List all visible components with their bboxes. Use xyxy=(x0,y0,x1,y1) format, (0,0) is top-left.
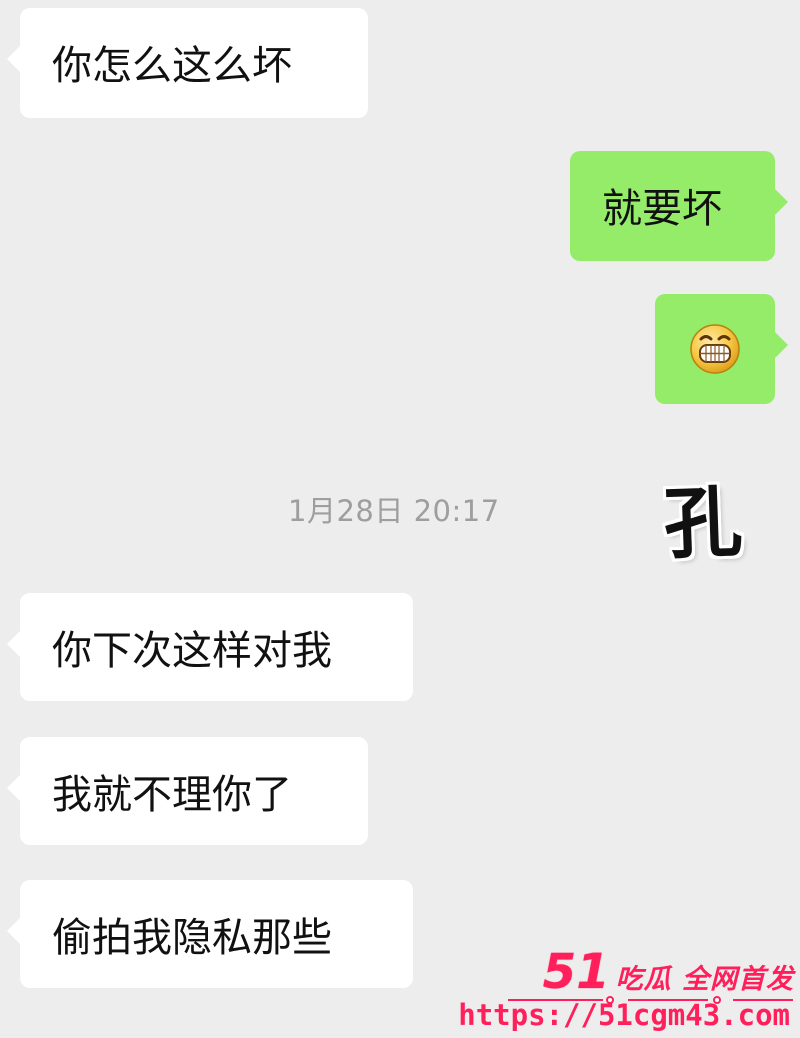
grinning-face-icon xyxy=(690,324,740,374)
watermark-brand: 51 吃瓜 全网首发 xyxy=(543,944,794,1000)
incoming-message-bubble[interactable]: 我就不理你了 xyxy=(7,737,368,845)
message-timestamp: 1月28日 20:17 xyxy=(288,494,500,528)
chat-area: 你怎么这么坏 就要坏 1月28日 20:17 孔 你下次这样对我 我就不理你了 … xyxy=(0,0,800,1038)
sticker-message[interactable]: 孔 xyxy=(653,476,752,571)
watermark-url: https://51cgm43.com xyxy=(458,998,790,1032)
watermark-number: 51 xyxy=(542,944,610,1000)
outgoing-emoji-message[interactable] xyxy=(655,294,788,404)
message-text: 就要坏 xyxy=(602,186,722,232)
watermark-title: 吃瓜 全网首发 xyxy=(615,964,794,995)
message-text: 我就不理你了 xyxy=(52,772,292,818)
incoming-message-bubble[interactable]: 偷拍我隐私那些 xyxy=(7,880,413,988)
incoming-message-bubble[interactable]: 你下次这样对我 xyxy=(7,593,413,701)
incoming-message-bubble[interactable]: 你怎么这么坏 xyxy=(7,8,368,118)
message-text: 偷拍我隐私那些 xyxy=(52,915,332,961)
site-watermark: 51 吃瓜 全网首发 https://51cgm43.com xyxy=(458,938,800,1038)
message-text: 你怎么这么坏 xyxy=(52,43,292,89)
outgoing-message-bubble[interactable]: 就要坏 xyxy=(570,151,788,261)
message-text: 你下次这样对我 xyxy=(52,628,332,674)
